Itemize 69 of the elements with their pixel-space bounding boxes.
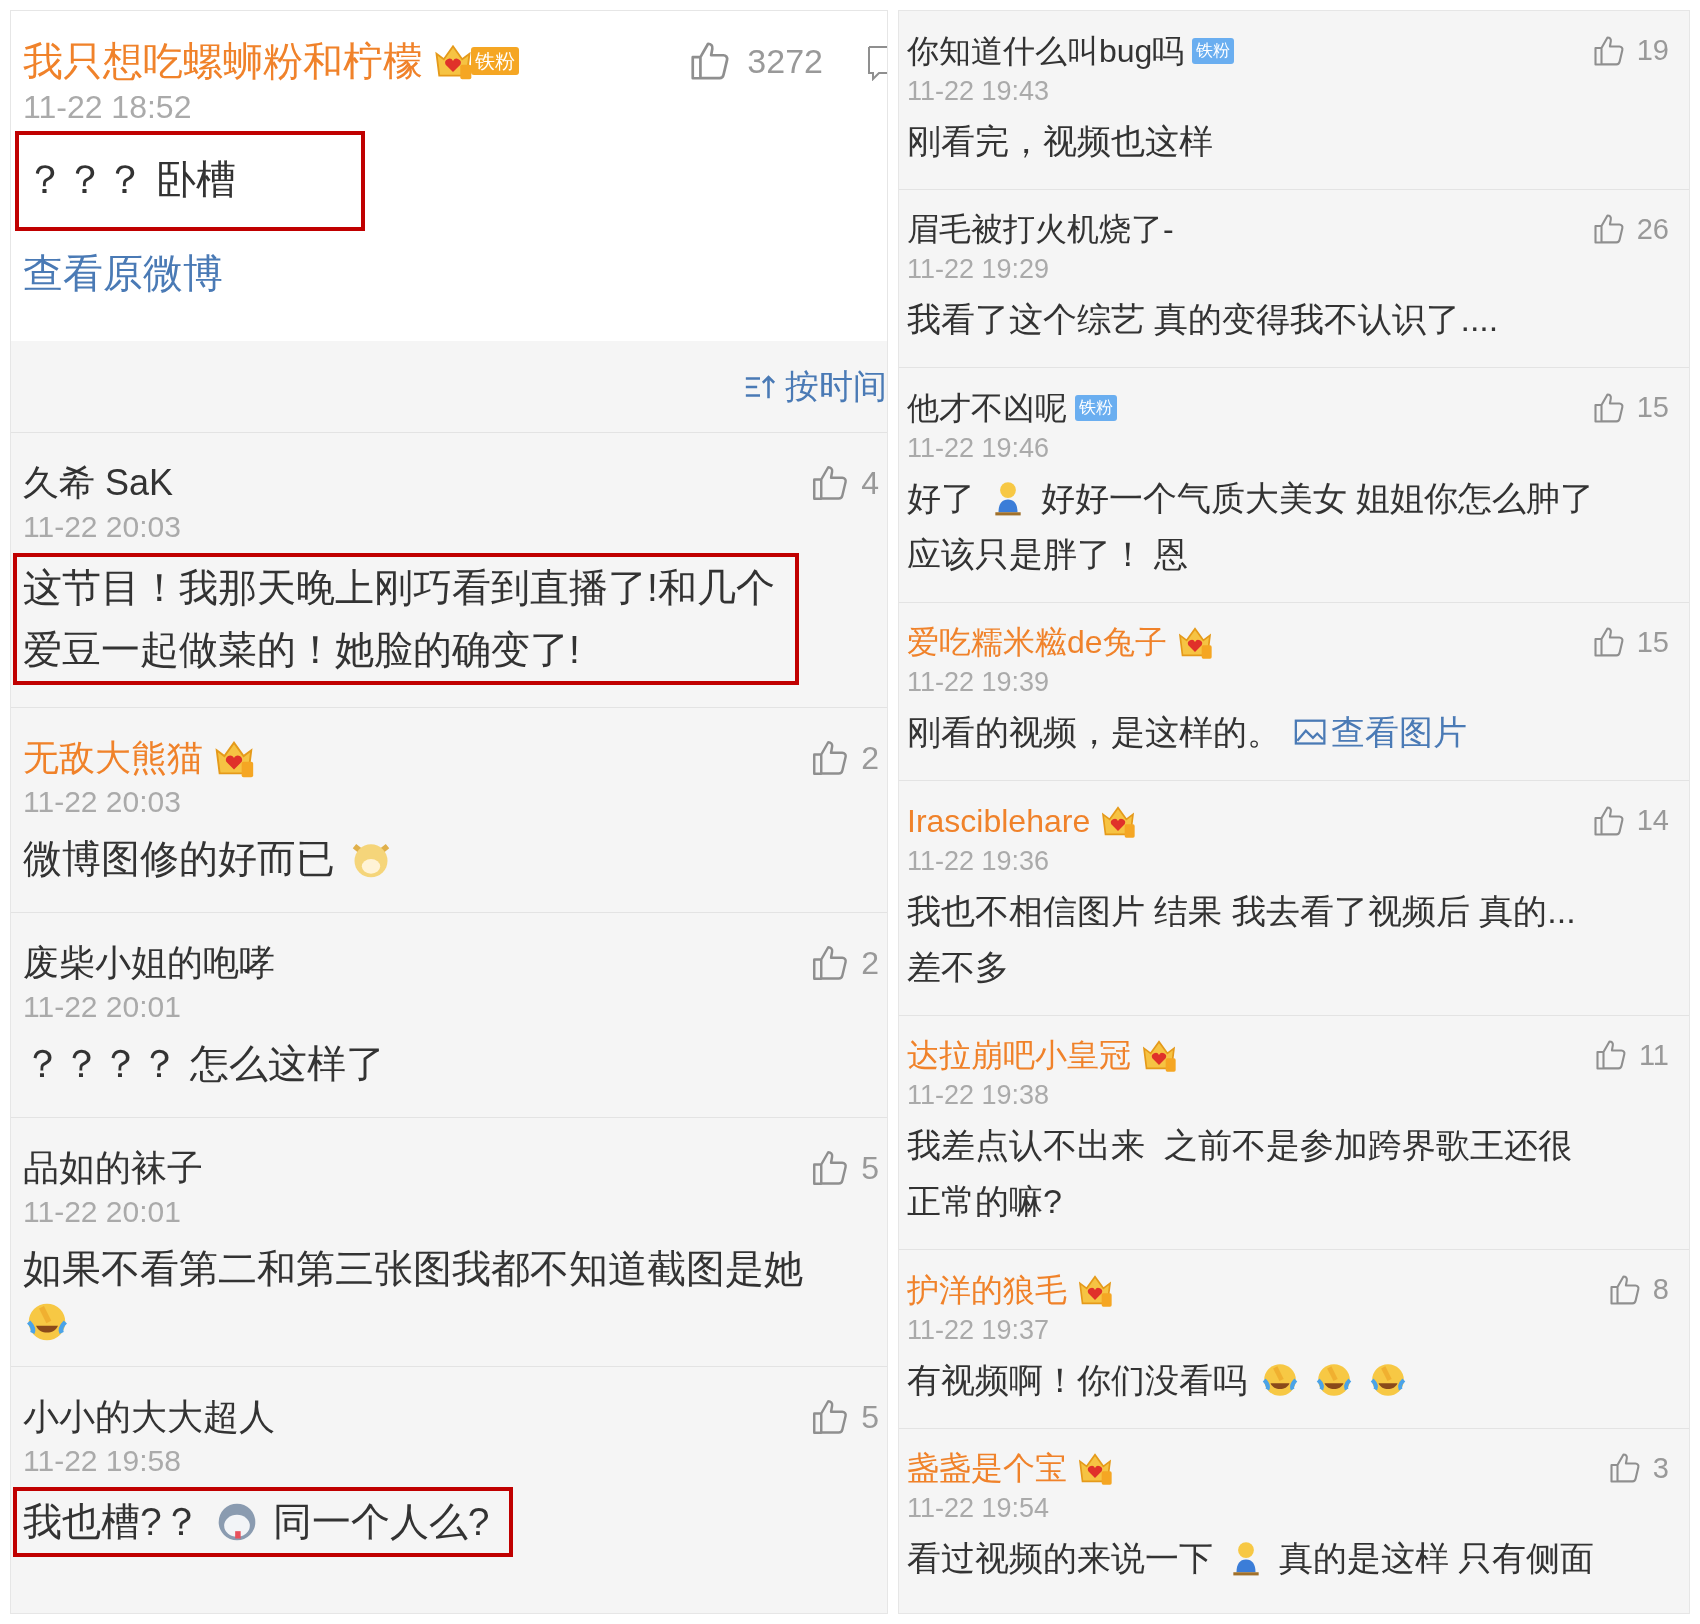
username[interactable]: 我只想吃螺蛳粉和柠檬 <box>23 35 423 87</box>
like-count: 2 <box>861 739 879 778</box>
comment-text: 真的是这样 只有侧面 <box>1279 1538 1595 1579</box>
like-count: 5 <box>861 1149 879 1188</box>
like-count: 15 <box>1636 390 1669 425</box>
comment-text: 刚看的视频，是这样的。 <box>907 712 1281 753</box>
username[interactable]: 废柴小姐的咆哮 <box>23 940 275 986</box>
username[interactable]: 无敌大熊猫 <box>23 735 203 781</box>
like-count: 3 <box>1652 1450 1669 1486</box>
username[interactable]: 品如的袜子 <box>23 1145 203 1191</box>
username[interactable]: 眉毛被打火机烧了- <box>907 208 1174 251</box>
username[interactable]: 他才不凶呢 <box>907 386 1067 429</box>
comment-text: 我也不相信图片 结果 我去看了视频后 真的... <box>907 890 1576 932</box>
comment-text: 差不多 <box>907 946 1009 988</box>
timestamp: 11-22 20:01 <box>23 989 182 1025</box>
timestamp: 11-22 19:36 <box>907 844 1051 878</box>
like-count: 19 <box>1636 33 1669 68</box>
username[interactable]: 小小的大大超人 <box>23 1394 275 1440</box>
like-count: 14 <box>1636 803 1669 838</box>
fan-badge: 铁粉 <box>1192 37 1235 64</box>
sort-button[interactable]: 按时间 <box>743 361 887 412</box>
timestamp: 11-22 19:37 <box>907 1313 1051 1347</box>
username[interactable]: Irasciblehare <box>907 799 1091 842</box>
timestamp: 11-22 20:03 <box>23 784 182 820</box>
comment-text: 如果不看第二和第三张图我都不知道截图是她 <box>23 1246 803 1292</box>
comment-text: 同一个人么? <box>272 1499 490 1545</box>
timestamp: 11-22 19:38 <box>907 1079 1051 1112</box>
view-pictures-link[interactable]: 查看图片 <box>1293 704 1468 760</box>
comment-text: ？？？？ 怎么这样了 <box>23 1041 385 1087</box>
comment-text: ？？？ 卧槽 <box>25 156 237 203</box>
like-count: 4 <box>861 464 879 503</box>
comment-text: 正常的嘛? <box>907 1181 1062 1222</box>
comment-text: 好了 <box>907 477 975 519</box>
like-count: 15 <box>1636 624 1669 660</box>
username[interactable]: 你知道什么叫bug吗 <box>907 29 1185 72</box>
username[interactable]: 爱吃糯米糍de兔子 <box>907 621 1167 664</box>
comment-text: 有视频啊！你们没看吗 <box>907 1359 1247 1401</box>
username[interactable]: 达拉崩吧小皇冠 <box>907 1034 1131 1077</box>
timestamp: 11-22 18:52 <box>23 88 193 127</box>
comment-text: 我也槽?？ <box>23 1499 201 1545</box>
timestamp: 11-22 19:29 <box>907 253 1051 286</box>
view-original-link[interactable]: 查看原微博 <box>23 243 223 303</box>
timestamp: 11-22 19:46 <box>907 431 1051 465</box>
comment-text: 好好一个气质大美女 姐姐你怎么肿了 <box>1041 477 1595 519</box>
fan-badge: 铁粉 <box>471 47 519 75</box>
comment-text: 爱豆一起做菜的！她脸的确变了! <box>23 627 580 673</box>
like-count: 3272 <box>747 40 823 82</box>
comment-text: 微博图修的好而已 <box>23 836 335 882</box>
comment-text: 我差点认不出来 之前不是参加跨界歌王还很 <box>907 1125 1572 1166</box>
timestamp: 11-22 19:54 <box>907 1492 1051 1525</box>
timestamp: 11-22 19:43 <box>907 74 1051 108</box>
username[interactable]: 护洋的狼毛 <box>907 1268 1067 1311</box>
like-count: 8 <box>1652 1272 1669 1307</box>
timestamp: 11-22 19:39 <box>907 666 1051 699</box>
comment-text: 这节目！我那天晚上刚巧看到直播了!和几个 <box>23 565 775 611</box>
like-count: 11 <box>1638 1037 1669 1073</box>
like-count: 5 <box>861 1398 879 1437</box>
comment-text: 我看了这个综艺 真的变得我不认识了.... <box>907 299 1499 340</box>
username[interactable]: 久希 SaK <box>23 460 174 506</box>
timestamp: 11-22 20:03 <box>23 509 182 545</box>
timestamp: 11-22 19:58 <box>23 1443 182 1479</box>
comment-text: 刚看完，视频也这样 <box>907 120 1213 162</box>
username[interactable]: 盏盏是个宝 <box>907 1447 1067 1490</box>
comment-text: 看过视频的来说一下 <box>907 1538 1213 1579</box>
like-count: 2 <box>861 944 879 983</box>
comment-text: 应该只是胖了！ 恩 <box>907 533 1189 575</box>
like-count: 26 <box>1636 211 1669 247</box>
timestamp: 11-22 20:01 <box>23 1194 182 1230</box>
fan-badge: 铁粉 <box>1075 394 1117 421</box>
